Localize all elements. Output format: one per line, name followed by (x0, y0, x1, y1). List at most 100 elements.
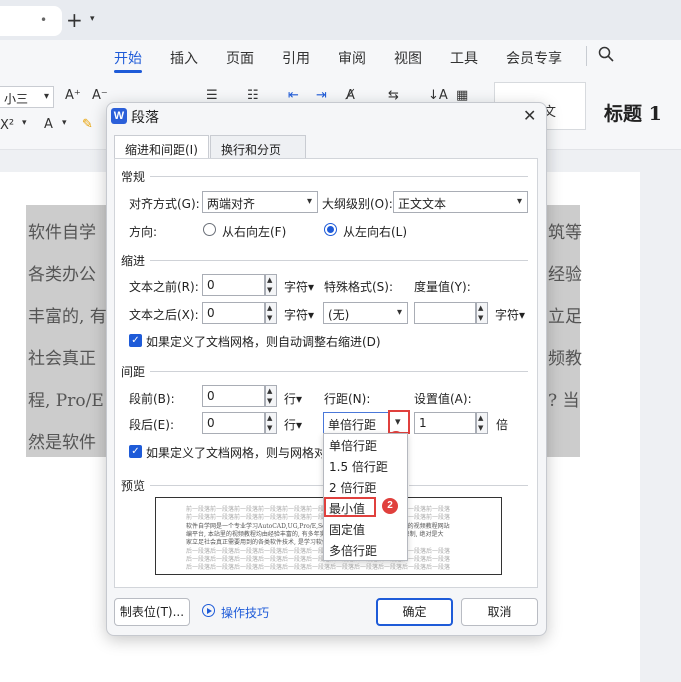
indent-before-unit[interactable]: 字符▾ (284, 278, 314, 295)
measure-spinner[interactable]: ▲ ▼ (476, 302, 488, 324)
direction-ltr-label[interactable]: 从左向右(L) (343, 223, 407, 240)
font-size-value: 小三 (4, 92, 29, 106)
search-icon[interactable] (598, 46, 614, 62)
line-spacing-value: 单倍行距 (328, 418, 377, 432)
section-general-title: 常规 (121, 170, 146, 184)
cancel-button[interactable]: 取消 (461, 598, 538, 626)
shrink-font-icon[interactable]: A⁻ (92, 88, 108, 103)
section-divider (409, 485, 528, 486)
bullet-list-icon[interactable]: ☰ (206, 88, 218, 103)
menu-review[interactable]: 审阅 (338, 48, 366, 68)
indent-before-spinner[interactable]: ▲ ▼ (265, 274, 277, 296)
measure-unit[interactable]: 字符▾ (495, 306, 525, 323)
font-size-select[interactable]: 小三 ▾ (0, 86, 54, 108)
outline-value: 正文文本 (398, 197, 447, 211)
direction-ltr-radio[interactable] (324, 223, 337, 236)
option-multiple[interactable]: 多倍行距 (329, 542, 377, 559)
set-value-unit: 倍 (496, 418, 509, 432)
grid-align-label[interactable]: 如果定义了文档网格，则与网格对齐(W) (146, 444, 322, 461)
section-divider (150, 485, 324, 486)
superscript-icon[interactable]: X² (0, 118, 14, 133)
style-heading-1[interactable]: 标题 1 (604, 99, 662, 126)
grow-font-icon[interactable]: A⁺ (65, 88, 81, 103)
chevron-down-icon: ▾ (395, 415, 401, 428)
direction-rtl-radio[interactable] (203, 223, 216, 236)
sort-icon[interactable]: ↓A (428, 88, 448, 103)
option-exactly[interactable]: 固定值 (329, 521, 365, 538)
space-after-input[interactable]: 0 (202, 412, 265, 434)
space-after-unit[interactable]: 行▾ (284, 416, 302, 433)
tab-indent-spacing[interactable]: 缩进和间距(I) (114, 135, 209, 159)
table-icon[interactable]: ▦ (456, 88, 468, 103)
increase-indent-icon[interactable]: ⇥ (316, 88, 327, 103)
menu-tools[interactable]: 工具 (450, 48, 478, 68)
outline-label: 大纲级别(O): (322, 197, 393, 211)
chevron-down-icon[interactable]: ▾ (22, 118, 27, 128)
section-spacing-title: 间距 (121, 365, 146, 379)
decrease-indent-icon[interactable]: ⇤ (288, 88, 299, 103)
measure-input[interactable] (414, 302, 476, 324)
close-icon[interactable]: ✕ (523, 106, 536, 125)
ok-button[interactable]: 确定 (376, 598, 453, 626)
chevron-down-icon: ▾ (306, 196, 312, 207)
document-tab[interactable] (0, 6, 62, 36)
option-double[interactable]: 2 倍行距 (329, 479, 376, 496)
tab-stops-button[interactable]: 制表位(T)... (114, 598, 190, 626)
menu-home[interactable]: 开始 (114, 48, 142, 68)
menu-member[interactable]: 会员专享 (506, 48, 562, 68)
clear-format-icon[interactable]: A̸ (346, 88, 355, 103)
indent-after-spinner[interactable]: ▲ ▼ (265, 302, 277, 324)
numbered-list-icon[interactable]: ☷ (247, 88, 259, 103)
doc-line-4-end: 频教 (548, 349, 582, 369)
tab-line-page-break[interactable]: 换行和分页(P) (210, 135, 306, 172)
space-before-input[interactable]: 0 (202, 385, 265, 407)
option-1-5[interactable]: 1.5 倍行距 (329, 458, 388, 475)
direction-label: 方向: (129, 225, 158, 239)
align-select[interactable]: 两端对齐 ▾ (202, 191, 318, 213)
new-tab-caret-icon[interactable]: ▾ (90, 14, 95, 24)
set-value-label: 设置值(A): (414, 392, 472, 406)
space-before-unit[interactable]: 行▾ (284, 390, 302, 407)
doc-line-2-end: 经验 (548, 265, 582, 285)
auto-adjust-checkbox[interactable]: ✓ (129, 334, 142, 347)
tips-link[interactable]: 操作技巧 (221, 604, 269, 621)
menu-active-underline (114, 70, 142, 73)
chevron-down-icon: ▾ (396, 307, 402, 318)
highlight-icon[interactable]: ✎ (82, 117, 93, 132)
direction-rtl-label[interactable]: 从右向左(F) (222, 223, 286, 240)
doc-line-3: 丰富的, 有 (28, 307, 107, 327)
special-format-value: (无) (328, 308, 350, 322)
special-format-label: 特殊格式(S): (324, 280, 394, 294)
auto-adjust-label[interactable]: 如果定义了文档网格，则自动调整右缩进(D) (146, 333, 381, 350)
set-value-input[interactable]: 1 (414, 412, 476, 434)
menu-view[interactable]: 视图 (394, 48, 422, 68)
special-format-select[interactable]: (无) ▾ (323, 302, 408, 324)
grid-align-checkbox[interactable]: ✓ (129, 445, 142, 458)
set-value-spinner[interactable]: ▲ ▼ (476, 412, 488, 434)
menu-insert[interactable]: 插入 (170, 48, 198, 68)
text-direction-icon[interactable]: ⇆ (388, 88, 399, 103)
doc-line-1: 软件自学 (28, 223, 96, 243)
new-tab-button[interactable]: + (66, 8, 83, 32)
menu-reference[interactable]: 引用 (282, 48, 310, 68)
indent-before-input[interactable]: 0 (202, 274, 265, 296)
wps-logo-icon: W (111, 108, 127, 124)
line-spacing-dropdown-button[interactable]: ▾ (388, 410, 410, 434)
text-effect-icon[interactable]: A (44, 117, 53, 132)
outline-select[interactable]: 正文文本 ▾ (393, 191, 528, 213)
space-before-spinner[interactable]: ▲ ▼ (265, 385, 277, 407)
indent-after-input[interactable]: 0 (202, 302, 265, 324)
measure-label: 度量值(Y): (414, 280, 471, 294)
space-after-spinner[interactable]: ▲ ▼ (265, 412, 277, 434)
play-circle-icon[interactable] (202, 604, 215, 617)
menu-page[interactable]: 页面 (226, 48, 254, 68)
doc-line-5-end: ? 当 (548, 391, 580, 411)
doc-line-5: 程, Pro/E (28, 391, 104, 411)
doc-line-4: 社会真正 (28, 349, 96, 369)
chevron-down-icon[interactable]: ▾ (62, 118, 67, 128)
indent-after-unit[interactable]: 字符▾ (284, 306, 314, 323)
section-preview-title: 预览 (121, 479, 146, 493)
option-single[interactable]: 单倍行距 (329, 437, 377, 454)
preview-next-line: 后一段落后一段落后一段落后一段落后一段落后一段落后一段落后一段落后一段落后一段落… (186, 564, 451, 571)
doc-line-3-end: 立足 (548, 307, 582, 327)
